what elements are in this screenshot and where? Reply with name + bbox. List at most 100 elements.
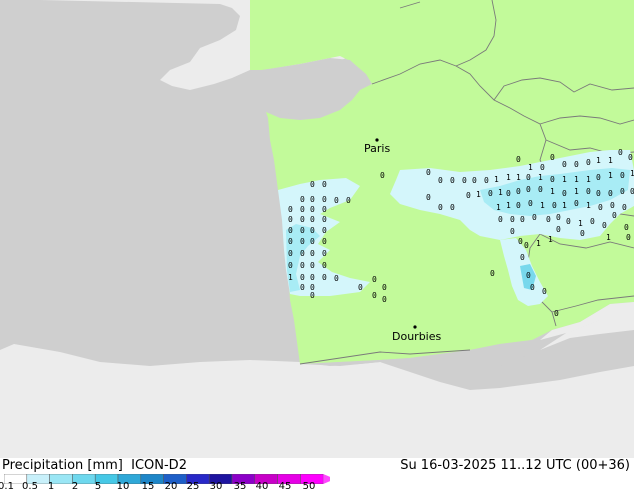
precip-value-label: 0 [596,189,601,198]
colorbar-tick-label: 40 [255,481,269,492]
precip-value-label: 0 [526,271,531,280]
precip-value-label: 0 [382,283,387,292]
map-title: Precipitation [mm] ICON-D2 [2,458,187,473]
precip-value-label: 1 [550,187,555,196]
precip-value-label: 0 [532,213,537,222]
precip-value-label: 0 [574,199,579,208]
precip-value-label: 0 [322,261,327,270]
precip-value-label: 0 [620,171,625,180]
precip-value-label: 0 [300,261,305,270]
precip-value-label: 1 [574,175,579,184]
precip-value-label: 0 [300,273,305,282]
precip-value-label: 0 [426,168,431,177]
colorbar-extend-arrow [323,474,330,484]
city-label-paris: Paris [364,142,390,155]
precip-value-label: 0 [556,225,561,234]
precip-value-label: 0 [288,215,293,224]
precip-value-label: 0 [516,187,521,196]
precip-value-label: 0 [322,226,327,235]
precip-value-label: 0 [586,187,591,196]
precip-value-label: 1 [608,156,613,165]
precip-value-label: 1 [288,273,293,282]
precip-value-label: 0 [450,203,455,212]
precip-value-label: 0 [372,291,377,300]
precip-value-label: 0 [288,249,293,258]
precip-value-label: 0 [562,189,567,198]
precip-value-label: 1 [540,201,545,210]
precip-value-label: 0 [300,205,305,214]
colorbar-tick-label: 1 [47,481,55,492]
precip-value-label: 1 [562,201,567,210]
precip-value-label: 0 [426,193,431,202]
precip-value-label: 0 [612,211,617,220]
precip-value-label: 0 [310,249,315,258]
precip-value-label: 0 [310,237,315,246]
precip-value-label: 1 [548,235,553,244]
precip-value-label: 0 [516,155,521,164]
colorbar-tick-label: 10 [116,481,130,492]
precip-value-label: 0 [322,249,327,258]
precip-value-label: 0 [518,237,523,246]
precip-value-label: 0 [620,187,625,196]
precip-value-label: 0 [602,221,607,230]
precip-value-label: 0 [438,176,443,185]
precip-value-label: 0 [300,283,305,292]
precip-value-label: 0 [608,189,613,198]
precip-value-label: 0 [506,189,511,198]
precip-value-label: 0 [472,176,477,185]
precip-value-label: 0 [288,226,293,235]
precip-value-label: 1 [586,175,591,184]
precip-value-label: 0 [310,180,315,189]
precip-value-label: 1 [476,190,481,199]
precip-value-label: 1 [578,219,583,228]
precip-value-label: 0 [530,283,535,292]
precip-value-label: 1 [538,173,543,182]
precip-value-label: 0 [596,173,601,182]
precip-value-label: 0 [310,195,315,204]
precip-value-label: 0 [574,160,579,169]
precip-value-label: 0 [550,175,555,184]
precip-value-label: 1 [536,239,541,248]
precip-value-label: 0 [322,195,327,204]
colorbar-tick-label: 0.1 [0,481,14,492]
precip-value-label: 0 [552,201,557,210]
model-label: ICON-D2 [131,458,187,473]
precip-value-label: 0 [586,158,591,167]
colorbar-tick-label: 50 [302,481,316,492]
colorbar-tick-label: 2 [71,481,79,492]
precip-value-label: 0 [610,201,615,210]
precip-value-label: 0 [526,185,531,194]
precip-value-label: 0 [520,215,525,224]
colorbar-tick-label: 15 [141,481,155,492]
precip-value-label: 0 [526,173,531,182]
precip-value-label: 0 [618,148,623,157]
precip-value-label: 0 [462,176,467,185]
colorbar-tick-label: 5 [94,481,102,492]
precip-value-label: 0 [310,273,315,282]
precip-value-label: 1 [528,163,533,172]
colorbar-tick-label: 0.5 [22,481,38,492]
map-footer: Precipitation [mm] ICON-D2 Su 16-03-2025… [0,458,634,492]
precip-value-label: 0 [590,217,595,226]
precip-value-label: 0 [288,261,293,270]
precip-value-label: 0 [556,213,561,222]
precip-value-label: 0 [580,229,585,238]
precip-value-label: 1 [498,188,503,197]
precip-value-label: 0 [510,215,515,224]
precip-value-label: 1 [608,171,613,180]
precip-value-label: 0 [466,191,471,200]
colorbar-tick-label: 35 [233,481,247,492]
city-label-dourbies: Dourbies [392,330,442,343]
precip-value-label: 0 [382,295,387,304]
precip-value-label: 0 [334,196,339,205]
precip-value-label: 0 [288,205,293,214]
precip-value-label: 1 [516,173,521,182]
colorbar-tick-label: 45 [278,481,292,492]
precip-value-label: 0 [322,215,327,224]
precip-value-label: 0 [528,199,533,208]
precip-value-label: 0 [550,153,555,162]
precip-value-label: 1 [586,201,591,210]
precip-value-label: 0 [310,291,315,300]
precip-value-label: 0 [300,195,305,204]
precip-value-label: 1 [496,203,501,212]
